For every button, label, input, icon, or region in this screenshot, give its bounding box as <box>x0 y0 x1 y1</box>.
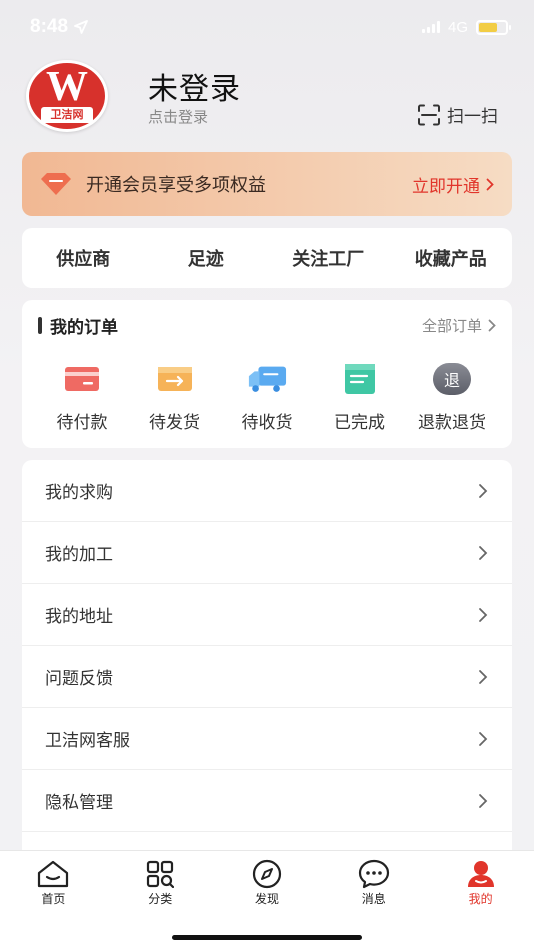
shortcut-footprints[interactable]: 足迹 <box>145 245 268 271</box>
order-label: 待发货 <box>149 413 200 433</box>
person-icon <box>463 859 499 889</box>
order-status-list: 待付款 待发货 待收货 已完成 退 退款退货 <box>36 362 498 433</box>
scan-button[interactable]: 扫一扫 <box>417 102 498 127</box>
menu-item-customer-service[interactable]: 卫洁网客服 <box>22 708 512 770</box>
login-subtitle[interactable]: 点击登录 <box>148 106 208 127</box>
order-pending-shipment[interactable]: 待发货 <box>129 362 221 433</box>
refund-badge: 退 <box>433 363 471 395</box>
shortcuts-bar: 供应商 足迹 关注工厂 收藏产品 <box>22 228 512 288</box>
chevron-right-icon <box>479 731 488 746</box>
vip-banner[interactable]: 开通会员享受多项权益 立即开通 <box>22 152 512 216</box>
order-refund[interactable]: 退 退款退货 <box>406 362 498 433</box>
diamond-icon <box>41 173 71 195</box>
order-pending-payment[interactable]: 待付款 <box>36 362 128 433</box>
signal-icon <box>421 21 440 33</box>
network-label: 4G <box>447 18 468 36</box>
tab-mine[interactable]: 我的 <box>427 859 534 913</box>
menu-label: 我的加工 <box>45 545 113 565</box>
menu-label: 问题反馈 <box>45 669 113 689</box>
vip-open-label: 立即开通 <box>412 176 480 197</box>
truck-icon <box>247 362 287 396</box>
chevron-right-icon <box>479 607 488 622</box>
menu-item-feedback[interactable]: 问题反馈 <box>22 646 512 708</box>
order-pending-receipt[interactable]: 待收货 <box>221 362 313 433</box>
shortcut-favorite-products[interactable]: 收藏产品 <box>390 245 513 271</box>
box-arrow-icon <box>155 362 195 396</box>
menu-item-purchase-requests[interactable]: 我的求购 <box>22 460 512 522</box>
menu-item-processing[interactable]: 我的加工 <box>22 522 512 584</box>
chevron-right-icon <box>488 319 496 331</box>
chevron-right-icon <box>479 669 488 684</box>
message-icon <box>356 859 392 889</box>
location-arrow-icon <box>74 20 88 34</box>
all-orders-label: 全部订单 <box>421 316 482 335</box>
tab-label: 我的 <box>468 892 493 906</box>
all-orders-link[interactable]: 全部订单 <box>422 315 496 336</box>
chevron-right-icon <box>479 793 488 808</box>
order-completed[interactable]: 已完成 <box>314 362 406 433</box>
bottom-tab-bar: 首页 分类 发现 消息 我的 <box>0 850 534 950</box>
home-indicator <box>172 935 362 940</box>
login-title[interactable]: 未登录 <box>148 64 241 108</box>
order-label: 已完成 <box>334 413 385 433</box>
order-label: 待付款 <box>56 413 108 433</box>
tab-label: 分类 <box>148 892 173 906</box>
vip-open-button[interactable]: 立即开通 <box>412 172 494 197</box>
document-icon <box>340 362 380 396</box>
status-left: 8:48 <box>30 16 88 38</box>
tab-discover[interactable]: 发现 <box>214 859 321 913</box>
menu-label: 卫洁网客服 <box>45 731 130 751</box>
order-label: 待收货 <box>241 413 293 433</box>
status-time: 8:48 <box>30 16 69 37</box>
compass-icon <box>249 859 285 889</box>
wallet-icon <box>62 362 102 396</box>
menu-item-address[interactable]: 我的地址 <box>22 584 512 646</box>
shortcut-followed-factories[interactable]: 关注工厂 <box>267 245 390 271</box>
logo-text: 卫洁网 <box>41 107 93 123</box>
menu-label: 我的地址 <box>45 607 113 627</box>
logo-letter: W <box>46 64 88 110</box>
chevron-right-icon <box>486 178 494 190</box>
scan-label: 扫一扫 <box>447 107 498 127</box>
menu-list: 我的求购 我的加工 我的地址 问题反馈 卫洁网客服 隐私管理 <box>22 460 512 880</box>
scan-icon <box>418 104 440 125</box>
shortcut-suppliers[interactable]: 供应商 <box>22 245 145 271</box>
tab-label: 发现 <box>254 892 279 906</box>
vip-text: 开通会员享受多项权益 <box>86 175 266 196</box>
tab-category[interactable]: 分类 <box>107 859 214 913</box>
status-bar: 8:48 4G <box>0 0 534 54</box>
home-icon <box>35 859 71 889</box>
tab-label: 首页 <box>41 892 66 906</box>
menu-item-privacy[interactable]: 隐私管理 <box>22 770 512 832</box>
profile-header: W 卫洁网 未登录 点击登录 扫一扫 <box>26 60 506 132</box>
tab-messages[interactable]: 消息 <box>320 859 427 913</box>
battery-icon <box>476 19 511 35</box>
tab-home[interactable]: 首页 <box>0 859 107 913</box>
orders-title: 我的订单 <box>50 317 118 338</box>
avatar[interactable]: W 卫洁网 <box>26 60 108 132</box>
order-label: 退款退货 <box>418 413 486 433</box>
chevron-right-icon <box>479 483 488 498</box>
category-icon <box>142 859 178 889</box>
title-accent-bar <box>38 316 42 334</box>
chevron-right-icon <box>479 545 488 560</box>
menu-label: 隐私管理 <box>45 793 113 813</box>
status-right: 4G <box>421 18 511 36</box>
menu-label: 我的求购 <box>45 483 113 503</box>
tab-label: 消息 <box>361 892 386 906</box>
orders-header: 我的订单 全部订单 <box>38 314 496 338</box>
tab-list: 首页 分类 发现 消息 我的 <box>0 851 534 913</box>
orders-card: 我的订单 全部订单 待付款 待发货 待收货 已完成 退 退款退货 <box>22 300 512 448</box>
refund-icon: 退 <box>432 362 472 396</box>
